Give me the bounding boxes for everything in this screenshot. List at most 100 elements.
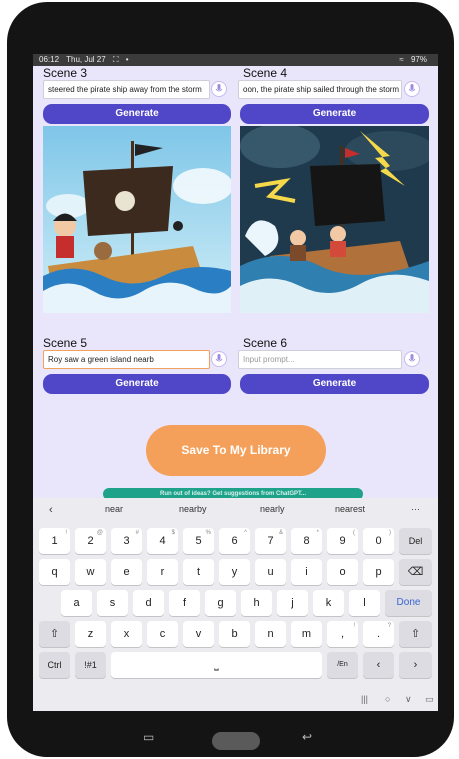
key-label: 2 — [87, 535, 94, 547]
key-sublabel: @ — [96, 530, 103, 536]
key-done[interactable]: Done — [385, 590, 432, 616]
key-p[interactable]: p — [363, 559, 394, 585]
suggestion-word[interactable]: near — [105, 504, 123, 514]
key-e[interactable]: e — [111, 559, 142, 585]
key-r[interactable]: r — [147, 559, 178, 585]
status-date: Thu, Jul 27 — [66, 55, 106, 64]
key-7[interactable]: 7 & — [255, 528, 286, 554]
scene-6-prompt-input[interactable]: Input prompt... — [238, 350, 402, 369]
shift-icon: ⇧ — [410, 628, 421, 640]
scene-4-generate-button[interactable]: Generate — [240, 104, 429, 124]
key-j[interactable]: j — [277, 590, 308, 616]
key-h[interactable]: h — [241, 590, 272, 616]
key-m[interactable]: m — [291, 621, 322, 647]
scene-3-prompt-input[interactable]: steered the pirate ship away from the st… — [43, 80, 210, 99]
key-sublabel: ? — [387, 623, 391, 629]
key-g[interactable]: g — [205, 590, 236, 616]
recent-apps-icon[interactable]: ||| — [361, 694, 368, 704]
key-i[interactable]: i — [291, 559, 322, 585]
back-button-icon[interactable]: ↩ — [302, 730, 312, 744]
scene-4-prompt-input[interactable]: oon, the pirate ship sailed through the … — [238, 80, 402, 99]
suggestion-word[interactable]: nearly — [260, 504, 285, 514]
key-t[interactable]: t — [183, 559, 214, 585]
microphone-icon — [408, 84, 416, 92]
key-2[interactable]: 2 @ — [75, 528, 106, 554]
key-a[interactable]: a — [61, 590, 92, 616]
key-period[interactable]: .? — [363, 621, 394, 647]
shift-icon: ⇧ — [49, 628, 60, 640]
suggestion-word[interactable]: nearby — [179, 504, 207, 514]
key-right-arrow[interactable]: › — [399, 652, 432, 678]
key-c[interactable]: c — [147, 621, 178, 647]
key-label: 8 — [303, 535, 310, 547]
scene-5-generate-button[interactable]: Generate — [43, 374, 231, 394]
scene-3-label: Scene 3 — [43, 66, 88, 80]
key-d[interactable]: d — [133, 590, 164, 616]
key-4[interactable]: 4 $ — [147, 528, 178, 554]
chevron-left-icon: ‹ — [376, 659, 381, 671]
keyboard-nav-bar: ||| ○ ∨ ▭ — [33, 690, 438, 711]
key-space[interactable]: ⎵ — [111, 652, 322, 678]
key-label: 6 — [231, 535, 238, 547]
scene-6-mic-button[interactable] — [404, 351, 420, 367]
key-language[interactable]: /En — [327, 652, 358, 678]
key-9[interactable]: 9( — [327, 528, 358, 554]
scene-4-image — [240, 126, 429, 313]
key-comma[interactable]: ,! — [327, 621, 358, 647]
key-3[interactable]: 3 # — [111, 528, 142, 554]
key-label: 7 — [267, 535, 274, 547]
key-backspace[interactable]: ⌫ — [399, 559, 432, 585]
key-q[interactable]: q — [39, 559, 70, 585]
key-symbols[interactable]: !#1 — [75, 652, 106, 678]
key-shift-left[interactable]: ⇧ — [39, 621, 70, 647]
status-battery: 97% — [410, 55, 427, 64]
key-w[interactable]: w — [75, 559, 106, 585]
key-n[interactable]: n — [255, 621, 286, 647]
key-5[interactable]: 5% — [183, 528, 214, 554]
home-button[interactable] — [212, 732, 260, 750]
key-sublabel: ! — [353, 623, 355, 629]
save-to-library-button[interactable]: Save To My Library — [146, 425, 326, 476]
recents-button-icon[interactable]: ▭ — [143, 730, 154, 744]
key-x[interactable]: x — [111, 621, 142, 647]
key-v[interactable]: v — [183, 621, 214, 647]
scene-5-prompt-input[interactable]: Roy saw a green island nearb — [43, 350, 210, 369]
more-options-icon[interactable]: ··· — [411, 504, 420, 514]
scene-5-label: Scene 5 — [43, 336, 88, 350]
collapse-suggestions-icon[interactable]: ‹ — [49, 504, 53, 516]
key-label: 3 — [123, 535, 130, 547]
key-0[interactable]: 0) — [363, 528, 394, 554]
scene-3-mic-button[interactable] — [211, 81, 227, 97]
key-sublabel: ! — [65, 530, 67, 536]
key-sublabel: # — [135, 530, 139, 536]
key-1[interactable]: 1! — [39, 528, 70, 554]
key-delete[interactable]: Del — [399, 528, 432, 554]
suggestion-word[interactable]: nearest — [335, 504, 365, 514]
key-s[interactable]: s — [97, 590, 128, 616]
keyboard-icon[interactable]: ▭ — [425, 694, 434, 705]
key-label: 4 — [159, 535, 166, 547]
key-y[interactable]: y — [219, 559, 250, 585]
scene-5-mic-button[interactable] — [211, 351, 227, 367]
key-label: 5 — [195, 535, 202, 547]
scene-6-generate-button[interactable]: Generate — [240, 374, 429, 394]
key-left-arrow[interactable]: ‹ — [363, 652, 394, 678]
scene-3-generate-button[interactable]: Generate — [43, 104, 231, 124]
key-f[interactable]: f — [169, 590, 200, 616]
key-shift-right[interactable]: ⇧ — [399, 621, 432, 647]
key-z[interactable]: z — [75, 621, 106, 647]
key-o[interactable]: o — [327, 559, 358, 585]
scene-4-mic-button[interactable] — [404, 81, 420, 97]
key-u[interactable]: u — [255, 559, 286, 585]
key-8[interactable]: 8 * — [291, 528, 322, 554]
scene-3-image — [43, 126, 231, 313]
key-ctrl[interactable]: Ctrl — [39, 652, 70, 678]
key-6[interactable]: 6 ^ — [219, 528, 250, 554]
key-b[interactable]: b — [219, 621, 250, 647]
home-icon[interactable]: ○ — [385, 694, 390, 704]
key-sublabel: $ — [171, 530, 175, 536]
key-sublabel: % — [205, 530, 211, 536]
scene-6-label: Scene 6 — [243, 336, 288, 350]
back-chevron-icon[interactable]: ∨ — [405, 694, 412, 705]
key-k[interactable]: k — [313, 590, 344, 616]
